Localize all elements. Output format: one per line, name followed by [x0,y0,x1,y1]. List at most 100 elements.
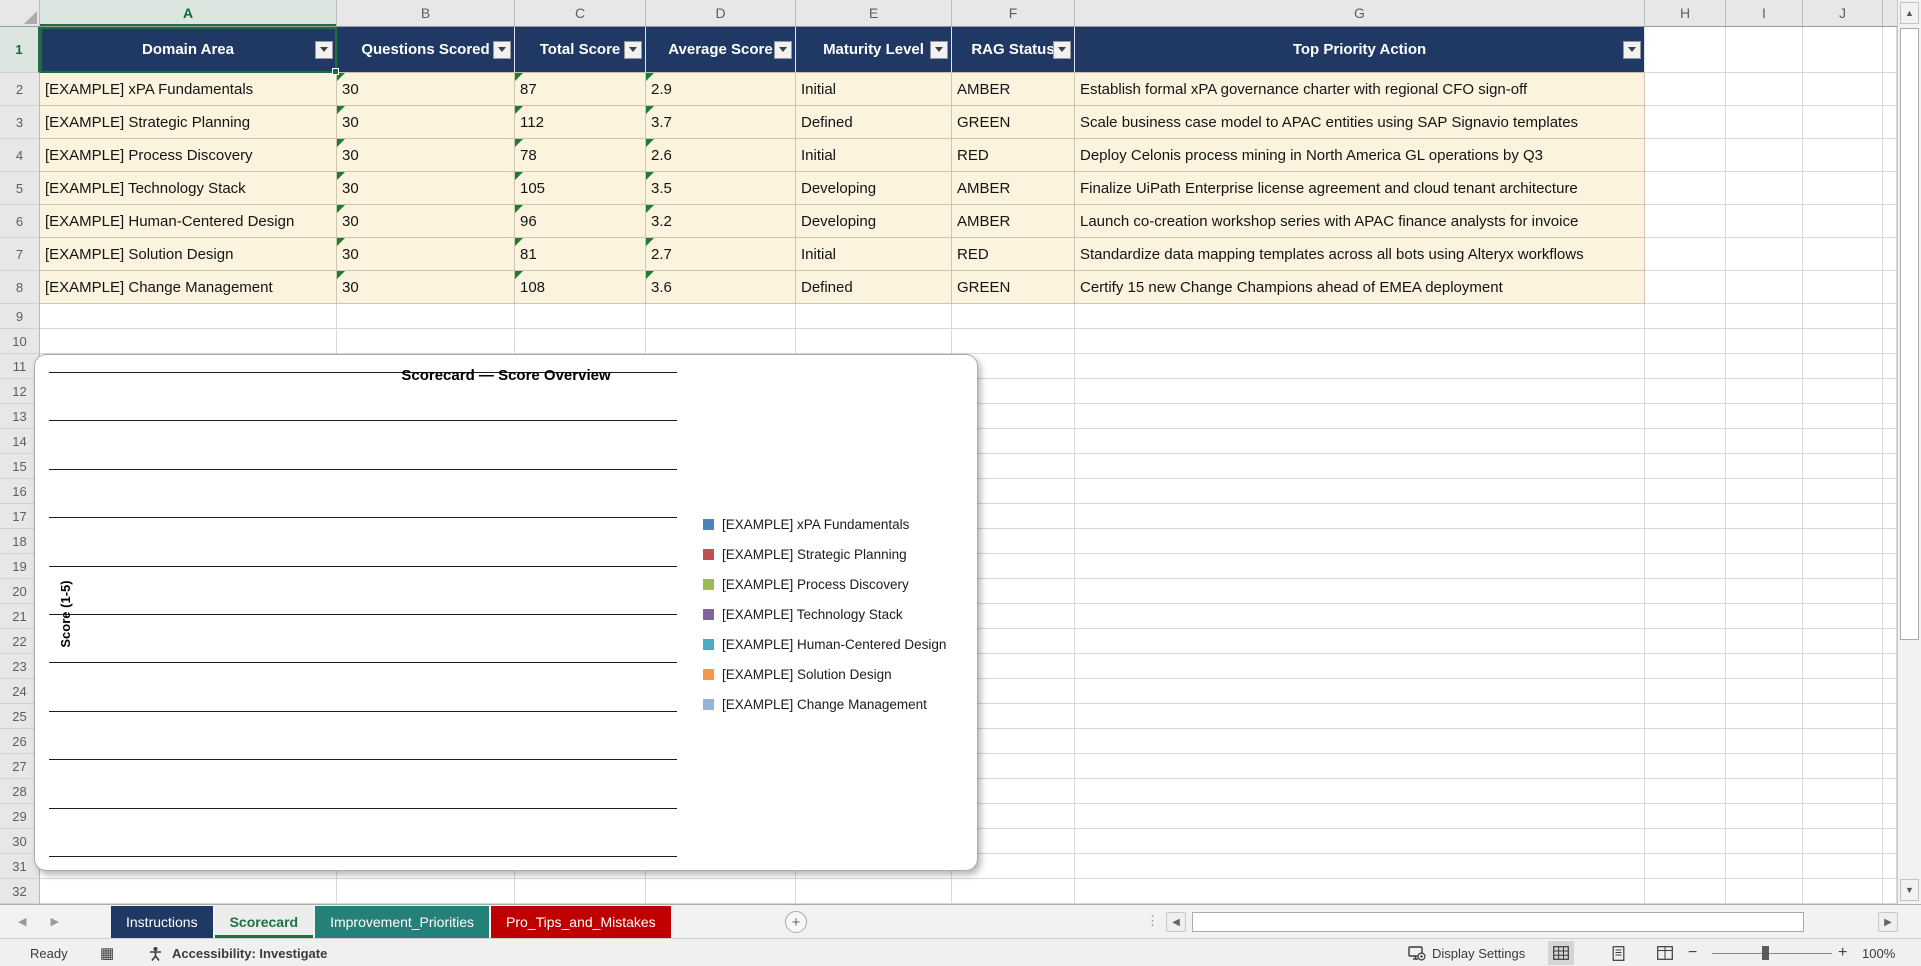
table-cell[interactable]: 78 [515,139,646,172]
table-cell[interactable]: Establish formal xPA governance charter … [1075,73,1645,106]
empty-cell[interactable] [1803,454,1883,479]
empty-cell[interactable] [1803,379,1883,404]
table-cell[interactable]: 3.5 [646,172,796,205]
empty-cell[interactable] [1645,704,1726,729]
empty-cell[interactable] [1803,529,1883,554]
empty-cell[interactable] [952,329,1075,354]
table-cell[interactable]: [EXAMPLE] xPA Fundamentals [40,73,337,106]
table-cell[interactable]: 2.9 [646,73,796,106]
table-cell[interactable]: RED [952,139,1075,172]
empty-cell[interactable] [1645,854,1726,879]
column-header-E[interactable]: E [796,0,952,26]
empty-cell[interactable] [1726,205,1803,238]
vertical-scrollbar[interactable]: ▲ ▼ [1897,0,1921,904]
filter-dropdown-icon[interactable] [930,40,948,59]
empty-cell[interactable] [1803,329,1883,354]
empty-cell[interactable] [1645,479,1726,504]
empty-cell[interactable] [1645,139,1726,172]
empty-cell[interactable] [1645,106,1726,139]
empty-cell[interactable] [1075,454,1645,479]
empty-cell[interactable] [1075,379,1645,404]
empty-cell[interactable] [1726,27,1803,73]
empty-cell[interactable] [1803,238,1883,271]
table-cell[interactable]: 2.6 [646,139,796,172]
empty-cell[interactable] [1726,804,1803,829]
empty-cell[interactable] [1075,304,1645,329]
table-header-cell[interactable]: Top Priority Action [1075,27,1645,73]
table-cell[interactable]: 30 [337,205,515,238]
empty-cell[interactable] [40,329,337,354]
legend-item[interactable]: [EXAMPLE] xPA Fundamentals [703,509,946,539]
empty-cell[interactable] [796,304,952,329]
empty-cell[interactable] [40,304,337,329]
macro-record-icon[interactable]: ▦ [100,939,114,966]
table-header-cell[interactable]: Questions Scored [337,27,515,73]
filter-dropdown-icon[interactable] [1053,40,1071,59]
empty-cell[interactable] [1645,604,1726,629]
table-cell[interactable]: [EXAMPLE] Human-Centered Design [40,205,337,238]
empty-cell[interactable] [1803,27,1883,73]
row-header-5[interactable]: 5 [0,172,40,205]
empty-cell[interactable] [1803,304,1883,329]
empty-cell[interactable] [337,329,515,354]
sheet-tab-improvement_priorities[interactable]: Improvement_Priorities [315,906,490,938]
legend-item[interactable]: [EXAMPLE] Solution Design [703,659,946,689]
empty-cell[interactable] [1803,679,1883,704]
view-page-layout-button[interactable] [1605,941,1631,965]
table-cell[interactable]: Finalize UiPath Enterprise license agree… [1075,172,1645,205]
empty-cell[interactable] [1645,454,1726,479]
empty-cell[interactable] [337,879,515,904]
empty-cell[interactable] [1075,429,1645,454]
column-header-B[interactable]: B [337,0,515,26]
view-page-break-button[interactable] [1652,941,1678,965]
empty-cell[interactable] [1645,238,1726,271]
empty-cell[interactable] [1645,172,1726,205]
legend-item[interactable]: [EXAMPLE] Process Discovery [703,569,946,599]
empty-cell[interactable] [1803,704,1883,729]
status-accessibility[interactable]: Accessibility: Investigate [172,939,327,966]
tab-scroll-right-icon[interactable]: ▶ [50,915,58,928]
table-cell[interactable]: Initial [796,73,952,106]
empty-cell[interactable] [515,879,646,904]
empty-cell[interactable] [1726,172,1803,205]
table-cell[interactable]: Initial [796,238,952,271]
table-cell[interactable]: 30 [337,73,515,106]
empty-cell[interactable] [1645,579,1726,604]
empty-cell[interactable] [1803,429,1883,454]
empty-cell[interactable] [1645,329,1726,354]
table-cell[interactable]: 96 [515,205,646,238]
empty-cell[interactable] [1726,354,1803,379]
empty-cell[interactable] [1726,454,1803,479]
empty-cell[interactable] [1726,379,1803,404]
table-cell[interactable]: 3.7 [646,106,796,139]
empty-cell[interactable] [40,879,337,904]
table-cell[interactable]: RED [952,238,1075,271]
empty-cell[interactable] [1726,579,1803,604]
empty-cell[interactable] [1726,704,1803,729]
empty-cell[interactable] [1803,804,1883,829]
table-cell[interactable]: 30 [337,238,515,271]
row-header-10[interactable]: 10 [0,329,40,354]
empty-cell[interactable] [1803,205,1883,238]
empty-cell[interactable] [1645,304,1726,329]
table-cell[interactable]: [EXAMPLE] Change Management [40,271,337,304]
empty-cell[interactable] [1075,629,1645,654]
empty-cell[interactable] [1075,879,1645,904]
empty-cell[interactable] [1645,271,1726,304]
empty-cell[interactable] [1726,829,1803,854]
empty-cell[interactable] [1726,238,1803,271]
filter-dropdown-icon[interactable] [774,40,792,59]
zoom-level[interactable]: 100% [1862,939,1895,966]
table-cell[interactable]: [EXAMPLE] Solution Design [40,238,337,271]
view-normal-button[interactable] [1548,941,1574,965]
empty-cell[interactable] [1645,629,1726,654]
column-header-A[interactable]: A [40,0,337,26]
legend-item[interactable]: [EXAMPLE] Strategic Planning [703,539,946,569]
empty-cell[interactable] [1075,354,1645,379]
empty-cell[interactable] [1645,73,1726,106]
legend-item[interactable]: [EXAMPLE] Technology Stack [703,599,946,629]
table-cell[interactable]: GREEN [952,106,1075,139]
table-cell[interactable]: AMBER [952,205,1075,238]
tab-scroll-left-icon[interactable]: ◀ [18,915,26,928]
empty-cell[interactable] [1726,654,1803,679]
